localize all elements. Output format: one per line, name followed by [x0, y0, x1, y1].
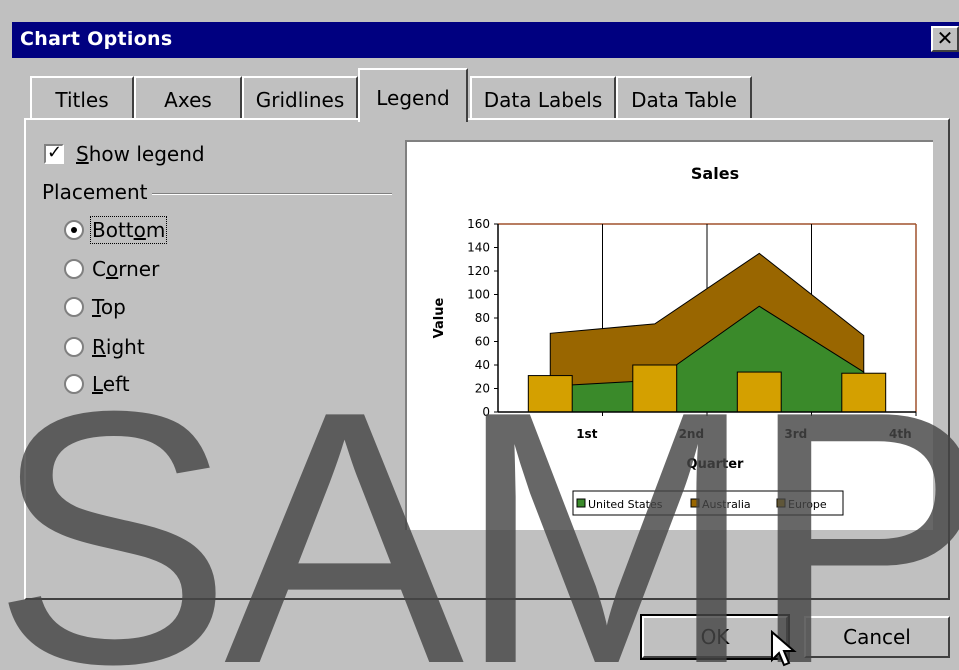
placement-radio-left[interactable]: [64, 374, 84, 394]
y-axis-title: Value: [432, 297, 447, 338]
y-tick-label: 40: [475, 358, 490, 372]
chart-title: Sales: [691, 164, 739, 183]
placement-label-left[interactable]: Left: [92, 372, 130, 396]
tab-label: Data Table: [631, 88, 737, 112]
bar-europe: [841, 372, 887, 413]
x-tick-label: 2nd: [679, 427, 704, 441]
tab-label: Titles: [55, 88, 109, 112]
close-button[interactable]: ✕: [931, 26, 959, 52]
y-tick-label: 0: [482, 405, 490, 419]
cancel-button-label: Cancel: [843, 625, 911, 649]
y-tick-label: 140: [467, 241, 490, 255]
tab-data-labels[interactable]: Data Labels: [470, 76, 616, 120]
legend-swatch: [776, 498, 786, 508]
legend-entry: Australia: [702, 498, 751, 511]
close-icon: ✕: [936, 26, 954, 50]
bar-europe: [736, 371, 782, 413]
chart-preview: Sales 0 20 40 60 80 100 120 140 160 1st 2nd 3rd 4th Qu…: [405, 140, 933, 530]
bar-europe: [632, 364, 678, 413]
tab-data-table[interactable]: Data Table: [616, 76, 752, 120]
tab-label: Axes: [164, 88, 212, 112]
placement-radio-corner[interactable]: [64, 259, 84, 279]
tab-legend[interactable]: Legend: [358, 68, 468, 122]
chart-svg: Sales 0 20 40 60 80 100 120 140 160 1st 2nd 3rd 4th Qu…: [432, 164, 917, 516]
tab-label: Data Labels: [483, 88, 603, 112]
show-legend-checkbox[interactable]: ✓: [44, 142, 64, 164]
x-tick-label: 4th: [889, 427, 912, 441]
tab-label: Gridlines: [255, 88, 345, 112]
y-tick-label: 20: [475, 382, 490, 396]
placement-label-right[interactable]: Right: [92, 335, 145, 359]
ok-button-label: OK: [700, 625, 730, 649]
x-tick-label: 1st: [576, 427, 597, 441]
placement-radio-bottom[interactable]: [64, 220, 84, 240]
y-tick-label: 80: [475, 311, 490, 325]
y-tick-label: 160: [467, 217, 490, 231]
ok-button[interactable]: OK: [640, 614, 790, 660]
tab-titles[interactable]: Titles: [30, 76, 134, 120]
chart-options-dialog: Chart Options ✕ Titles Axes Gridlines Le…: [0, 0, 959, 670]
x-tick-label: 3rd: [784, 427, 807, 441]
placement-label-top[interactable]: Top: [92, 295, 126, 319]
dialog-title: Chart Options: [20, 28, 173, 50]
legend-swatch: [576, 498, 586, 508]
show-legend-label[interactable]: Show legend: [76, 142, 205, 166]
tab-gridlines[interactable]: Gridlines: [242, 76, 358, 120]
legend-entry: United States: [588, 498, 663, 511]
tab-label: Legend: [376, 86, 450, 110]
bar-europe: [527, 375, 573, 413]
radio-selected-dot: [71, 227, 77, 233]
tab-axes[interactable]: Axes: [134, 76, 242, 120]
checkmark-icon: ✓: [47, 142, 63, 163]
placement-label-corner[interactable]: Corner: [92, 257, 159, 281]
legend-swatch: [690, 498, 700, 508]
y-tick-label: 120: [467, 264, 490, 278]
placement-group-label: Placement: [42, 180, 148, 204]
title-bar[interactable]: Chart Options ✕: [12, 22, 959, 58]
placement-radio-right[interactable]: [64, 337, 84, 357]
y-tick-label: 60: [475, 335, 490, 349]
legend-entry: Europe: [788, 498, 827, 511]
placement-radio-top[interactable]: [64, 297, 84, 317]
mouse-cursor-icon: [771, 630, 797, 667]
cancel-button[interactable]: Cancel: [804, 616, 950, 658]
y-tick-label: 100: [467, 288, 490, 302]
placement-group-divider: [152, 193, 392, 195]
placement-label-bottom[interactable]: Bottom: [89, 216, 168, 244]
x-axis-title: Quarter: [687, 457, 745, 472]
